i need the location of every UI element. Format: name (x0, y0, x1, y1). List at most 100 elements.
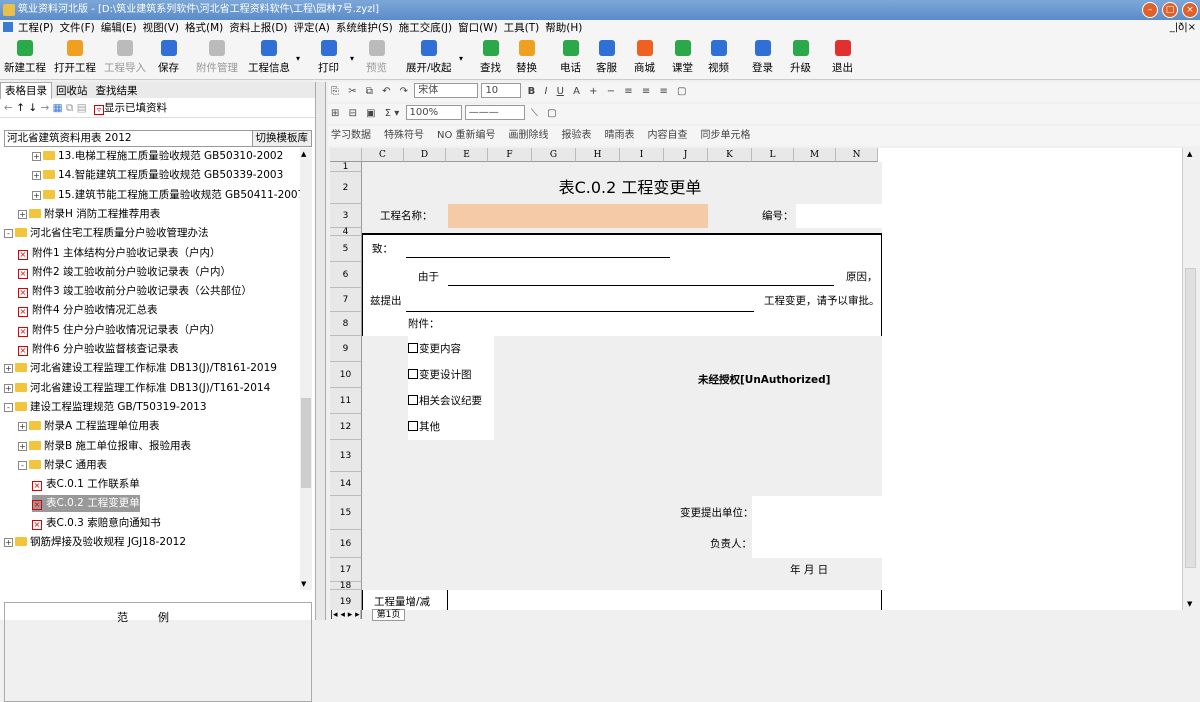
format-action-0[interactable]: 学习数据 (331, 126, 371, 146)
checkbox[interactable] (408, 395, 418, 405)
tree-node[interactable]: - 附录C 通用表 (18, 457, 107, 474)
tab-search-results[interactable]: 查找结果 (92, 83, 142, 99)
toolbar-button-5[interactable]: 工程信息 (248, 38, 290, 78)
minus-icon[interactable]: − (607, 82, 615, 102)
toolbar-button-11[interactable]: 电话 (560, 38, 581, 78)
switch-template-button[interactable]: 切换模板库 (251, 131, 311, 146)
toolbar-button-1[interactable]: 打开工程 (54, 38, 96, 78)
menu-item-9[interactable]: 窗口(W) (455, 20, 501, 36)
menu-item-11[interactable]: 帮助(H) (542, 20, 585, 36)
tree-node[interactable]: +14.智能建筑工程质量验收规范 GB50339-2003 (32, 167, 283, 184)
column-header[interactable]: E (446, 148, 488, 162)
format-action-6[interactable]: 内容自查 (648, 126, 688, 146)
tab-recycle[interactable]: 回收站 (52, 83, 92, 99)
column-header[interactable]: H (576, 148, 620, 162)
tree-node[interactable]: × 附件5 住户分户验收情况记录表（户内） (18, 322, 221, 339)
expand-icon[interactable]: + (32, 171, 41, 181)
collapse-icon[interactable]: - (4, 402, 13, 412)
tree-node[interactable]: + 附录A 工程监理单位用表 (18, 418, 160, 435)
copy-icon[interactable]: ⧉ (366, 82, 373, 102)
row-header[interactable]: 18 (330, 582, 362, 591)
person-field[interactable] (752, 530, 882, 558)
forward-arrow-icon[interactable]: → (40, 102, 49, 114)
paste-icon[interactable]: ⎘ (331, 82, 339, 102)
checkbox[interactable] (408, 421, 418, 431)
number-field[interactable] (796, 204, 882, 228)
row-header[interactable]: 8 (330, 312, 362, 336)
quantity-divider[interactable] (447, 590, 448, 610)
checkbox[interactable] (408, 369, 418, 379)
toolbar-button-3[interactable]: 保存 (158, 38, 179, 78)
menu-item-8[interactable]: 施工交底(J) (396, 20, 455, 36)
submit-unit-field[interactable] (752, 496, 882, 530)
tree-node[interactable]: + 河北省建设工程监理工作标准 DB13(J)/T8161-2019 (4, 360, 277, 377)
show-filled-checkbox[interactable]: ▿ (94, 105, 104, 115)
menu-item-3[interactable]: 视图(V) (140, 20, 182, 36)
menu-item-7[interactable]: 系统维护(S) (333, 20, 396, 36)
align-left-icon[interactable]: ≡ (624, 82, 632, 102)
tree-node[interactable]: × 表C.0.1 工作联系单 (32, 476, 140, 493)
row-header[interactable]: 16 (330, 530, 362, 558)
sum-icon[interactable]: Σ ▾ (385, 104, 400, 124)
row-header[interactable]: 10 (330, 362, 362, 388)
row-header[interactable]: 9 (330, 336, 362, 362)
tree-node[interactable]: + 附录B 施工单位报审、报验用表 (18, 438, 191, 455)
column-header[interactable]: J (664, 148, 708, 162)
expand-icon[interactable]: + (32, 152, 41, 161)
mdi-controls[interactable]: _|ð|× (1170, 20, 1196, 36)
sheet-tab-page1[interactable]: 第1页 (371, 609, 406, 621)
redo-icon[interactable]: ↷ (400, 82, 408, 102)
toolbar-button-6[interactable]: 打印 (318, 38, 339, 78)
tab-catalog[interactable]: 表格目录 (0, 82, 52, 99)
down-arrow-icon[interactable]: ↓ (28, 102, 37, 114)
sheet-vertical-scrollbar[interactable]: ▲ ▼ (1182, 148, 1198, 610)
checkbox-item[interactable]: 相关会议纪要 (408, 388, 494, 414)
tree-node[interactable]: - 建设工程监理规范 GB/T50319-2013 (4, 399, 207, 416)
format-action-3[interactable]: 画删除线 (509, 126, 549, 146)
tree-node[interactable]: × 表C.0.3 索赔意向通知书 (32, 515, 161, 532)
border-icon[interactable]: ▢ (677, 82, 686, 102)
column-header[interactable]: C (362, 148, 404, 162)
tree-node[interactable]: + 河北省建设工程监理工作标准 DB13(J)/T161-2014 (4, 380, 270, 397)
row-header[interactable]: 5 (330, 236, 362, 262)
row-header[interactable]: 12 (330, 414, 362, 440)
tree-node[interactable]: × 附件6 分户验收监督核查记录表 (18, 341, 179, 358)
paste-icon[interactable]: ▤ (77, 102, 87, 114)
expand-icon[interactable]: + (18, 441, 27, 451)
propose-field[interactable] (406, 288, 754, 312)
due-field[interactable] (448, 262, 834, 286)
column-header[interactable]: D (404, 148, 446, 162)
menu-item-1[interactable]: 文件(F) (57, 20, 98, 36)
diagonal-icon[interactable]: ⟍ (531, 104, 538, 124)
toolbar-button-12[interactable]: 客服 (596, 38, 617, 78)
row-header[interactable]: 13 (330, 440, 362, 472)
font-size-select[interactable]: 10 (481, 83, 522, 98)
insert-row-icon[interactable]: ⊞ (331, 104, 339, 124)
menu-item-5[interactable]: 资料上报(D) (226, 20, 290, 36)
column-header[interactable]: L (752, 148, 794, 162)
tree-node[interactable]: × 附件2 竣工验收前分户验收记录表（户内） (18, 264, 231, 281)
column-header[interactable]: G (532, 148, 576, 162)
collapse-icon[interactable]: - (4, 229, 13, 239)
format-action-1[interactable]: 特殊符号 (384, 126, 424, 146)
cut-icon[interactable]: ✂ (348, 82, 356, 102)
template-library-combo[interactable]: 河北省建筑资料用表 2012 切换模板库 (4, 130, 312, 147)
expand-icon[interactable]: + (18, 209, 27, 219)
tree-node[interactable]: + 钢筋焊接及验收规程 JGJ18-2012 (4, 534, 186, 551)
minimize-button[interactable]: – (1142, 2, 1158, 18)
toolbar-button-18[interactable]: 退出 (832, 38, 853, 78)
expand-icon[interactable]: + (32, 190, 41, 200)
back-arrow-icon[interactable]: ← (4, 102, 13, 114)
expand-icon[interactable]: + (18, 422, 27, 432)
checkbox-item[interactable]: 变更设计图 (408, 362, 494, 388)
column-header[interactable]: N (836, 148, 878, 162)
collapse-icon[interactable]: - (18, 460, 27, 470)
select-all-corner[interactable] (330, 148, 362, 162)
toolbar-button-8[interactable]: 展开/收起 (406, 38, 452, 78)
menu-item-6[interactable]: 评定(A) (291, 20, 333, 36)
tree-scrollbar[interactable]: ▲ ▼ (300, 148, 312, 590)
toolbar-button-10[interactable]: 替换 (516, 38, 537, 78)
table-icon[interactable]: ▦ (53, 102, 63, 114)
row-header[interactable]: 17 (330, 558, 362, 582)
tree-node[interactable]: × 附件1 主体结构分户验收记录表（户内） (18, 245, 221, 262)
